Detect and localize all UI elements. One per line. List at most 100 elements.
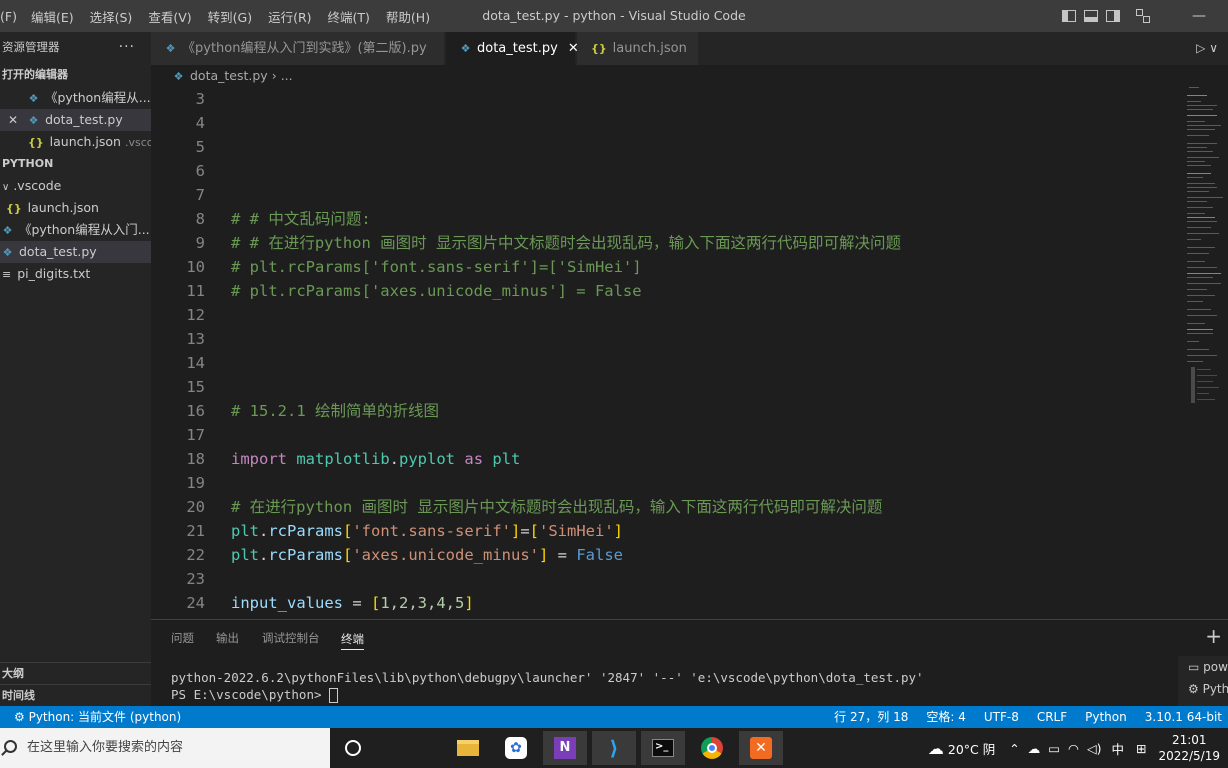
run-icon[interactable]: ▷ ∨	[1196, 32, 1218, 65]
outline-section[interactable]: 大纲	[0, 662, 151, 684]
search-icon	[4, 740, 17, 753]
code-line-10: # plt.rcParams['font.sans-serif']=['SimH…	[231, 258, 642, 276]
status-encoding[interactable]: UTF-8	[984, 706, 1019, 728]
panel-tab-terminal[interactable]: 终端	[341, 620, 364, 650]
bracket: ]	[613, 522, 624, 540]
clock-time: 21:01	[1171, 733, 1207, 747]
customize-layout-icon[interactable]	[1136, 9, 1150, 23]
vscode-icon[interactable]: ⟩	[592, 731, 636, 765]
code-editor[interactable]: 3 4 5 6 7 8 9 10 11 12 13 14 15 16 17 18…	[151, 87, 1181, 619]
bracket: [	[343, 546, 353, 564]
explorer-title: 资源管理器	[2, 40, 60, 54]
terminal-list-item[interactable]: ⚙ Pyth	[1178, 678, 1228, 700]
open-editors-section[interactable]: 打开的编辑器	[0, 64, 151, 86]
close-icon[interactable]: ✕	[8, 113, 18, 127]
line-number: 21	[186, 522, 205, 540]
bottom-panel: 问题 输出 调试控制台 终端 + python-2022.6.2\pythonF…	[151, 619, 1228, 706]
tree-item[interactable]: ❖ 《python编程从入门...	[0, 219, 151, 241]
status-interpreter[interactable]: 3.10.1 64-bit	[1145, 706, 1222, 728]
terminal-prompt-line[interactable]: PS E:\vscode\python>	[171, 687, 339, 703]
volume-icon[interactable]: ◁)	[1087, 741, 1102, 756]
menu-terminal[interactable]: 终端(T)	[328, 7, 370, 26]
taskbar-search[interactable]: 在这里输入你要搜索的内容	[0, 728, 330, 768]
code-line-22: plt.rcParams['axes.unicode_minus'] = Fal…	[231, 543, 623, 567]
status-cursor-position[interactable]: 行 27，列 18	[834, 706, 908, 728]
code-line-16: # 15.2.1 绘制简单的折线图	[231, 402, 439, 420]
line-number: 8	[195, 210, 205, 228]
status-indentation[interactable]: 空格: 4	[926, 706, 966, 728]
file-explorer-icon[interactable]	[446, 731, 490, 765]
panel-tab-debug-console[interactable]: 调试控制台	[262, 620, 320, 656]
menu-file[interactable]: (F)	[0, 9, 17, 24]
tab-dota-test[interactable]: ❖ dota_test.py ✕	[446, 32, 579, 65]
battery-icon[interactable]: ▭	[1048, 741, 1060, 756]
operator: =	[520, 522, 530, 540]
chrome-icon[interactable]	[690, 731, 734, 765]
debug-icon: ⚙	[14, 710, 29, 724]
status-language[interactable]: Python	[1085, 706, 1127, 728]
network-app-icon[interactable]: ✿	[494, 731, 538, 765]
xmind-icon[interactable]: ✕	[739, 731, 783, 765]
cortana-icon[interactable]	[345, 740, 361, 756]
open-editor-item[interactable]: ❖ 《python编程从...	[0, 87, 151, 109]
line-number: 10	[186, 258, 205, 276]
string: 'font.sans-serif'	[352, 522, 511, 540]
toggle-sidebar-icon[interactable]	[1062, 10, 1076, 22]
system-tray: ☁ 20°C 阴 ⌃ ☁ ▭ ◠ ◁) 中 ⊞ 21:01 2022/5/19	[928, 728, 1220, 768]
editor-tabs: ❖ 《python编程从入门到实践》(第二版).py ❖ dota_test.py ✕…	[151, 32, 1228, 65]
tab-label: 《python编程从入门到实践》(第二版).py	[182, 41, 427, 56]
python-file-icon: ❖	[165, 42, 176, 55]
tree-folder-vscode[interactable]: ∨ .vscode	[0, 175, 151, 197]
menu-view[interactable]: 查看(V)	[148, 7, 191, 26]
panel-tab-output[interactable]: 输出	[216, 620, 239, 656]
more-actions-icon[interactable]: ···	[119, 32, 135, 62]
constant: False	[576, 546, 623, 564]
attribute: rcParams	[268, 546, 343, 564]
menu-run[interactable]: 运行(R)	[268, 7, 311, 26]
weather-label[interactable]: 20°C 阴	[948, 739, 995, 758]
breadcrumb-symbol[interactable]: ...	[281, 68, 293, 83]
tree-item[interactable]: ≡ pi_digits.txt	[0, 263, 151, 285]
status-eol[interactable]: CRLF	[1037, 706, 1067, 728]
panel-tab-problems[interactable]: 问题	[171, 620, 194, 656]
breadcrumb-file[interactable]: dota_test.py	[190, 68, 268, 83]
minimize-icon[interactable]: —	[1192, 8, 1206, 24]
taskbar-clock[interactable]: 21:01 2022/5/19	[1158, 732, 1220, 764]
minimap[interactable]	[1181, 87, 1228, 619]
ime-indicator[interactable]: 中	[1111, 739, 1124, 758]
open-editor-label: 《python编程从...	[45, 90, 151, 105]
toggle-panel-icon[interactable]	[1084, 10, 1098, 22]
open-editor-item[interactable]: ✕ ❖ dota_test.py	[0, 109, 151, 131]
status-debug-config[interactable]: ⚙ Python: 当前文件 (python)	[14, 706, 181, 728]
onenote-icon[interactable]: N	[543, 731, 587, 765]
timeline-section[interactable]: 时间线	[0, 684, 151, 706]
python-file-icon: ❖	[2, 224, 13, 237]
tree-item[interactable]: ❖ dota_test.py	[0, 241, 151, 263]
folder-section[interactable]: PYTHON	[0, 153, 151, 175]
line-number: 7	[195, 186, 205, 204]
python-file-icon: ❖	[28, 114, 39, 127]
add-terminal-icon[interactable]: +	[1205, 624, 1222, 648]
menu-help[interactable]: 帮助(H)	[386, 7, 430, 26]
wifi-icon[interactable]: ◠	[1068, 741, 1079, 756]
tab-launch-json[interactable]: {} launch.json	[577, 32, 699, 65]
module-name: matplotlib	[296, 450, 390, 468]
line-number: 12	[186, 306, 205, 324]
terminal-list-item[interactable]: ▭ pow	[1178, 656, 1228, 678]
cloud-icon[interactable]: ☁	[1028, 741, 1041, 756]
terminal-icon: ▭	[1188, 660, 1204, 674]
bracket: [	[370, 594, 381, 612]
tree-item[interactable]: {} launch.json	[0, 197, 151, 219]
line-number: 23	[186, 570, 205, 588]
tab-python-book[interactable]: ❖ 《python编程从入门到实践》(第二版).py	[151, 32, 445, 65]
tray-expand-icon[interactable]: ⌃	[1009, 741, 1019, 756]
bracket: ]	[464, 594, 474, 612]
keyboard-layout-icon[interactable]: ⊞	[1136, 741, 1146, 756]
terminal-app-icon[interactable]: >_	[641, 731, 685, 765]
menu-go[interactable]: 转到(G)	[208, 7, 252, 26]
open-editor-item[interactable]: {} launch.json.vsco...	[0, 131, 151, 153]
menu-edit[interactable]: 编辑(E)	[31, 7, 74, 26]
menu-selection[interactable]: 选择(S)	[90, 7, 133, 26]
toggle-secondary-sidebar-icon[interactable]	[1106, 10, 1120, 22]
breadcrumb-separator: ›	[271, 68, 277, 83]
